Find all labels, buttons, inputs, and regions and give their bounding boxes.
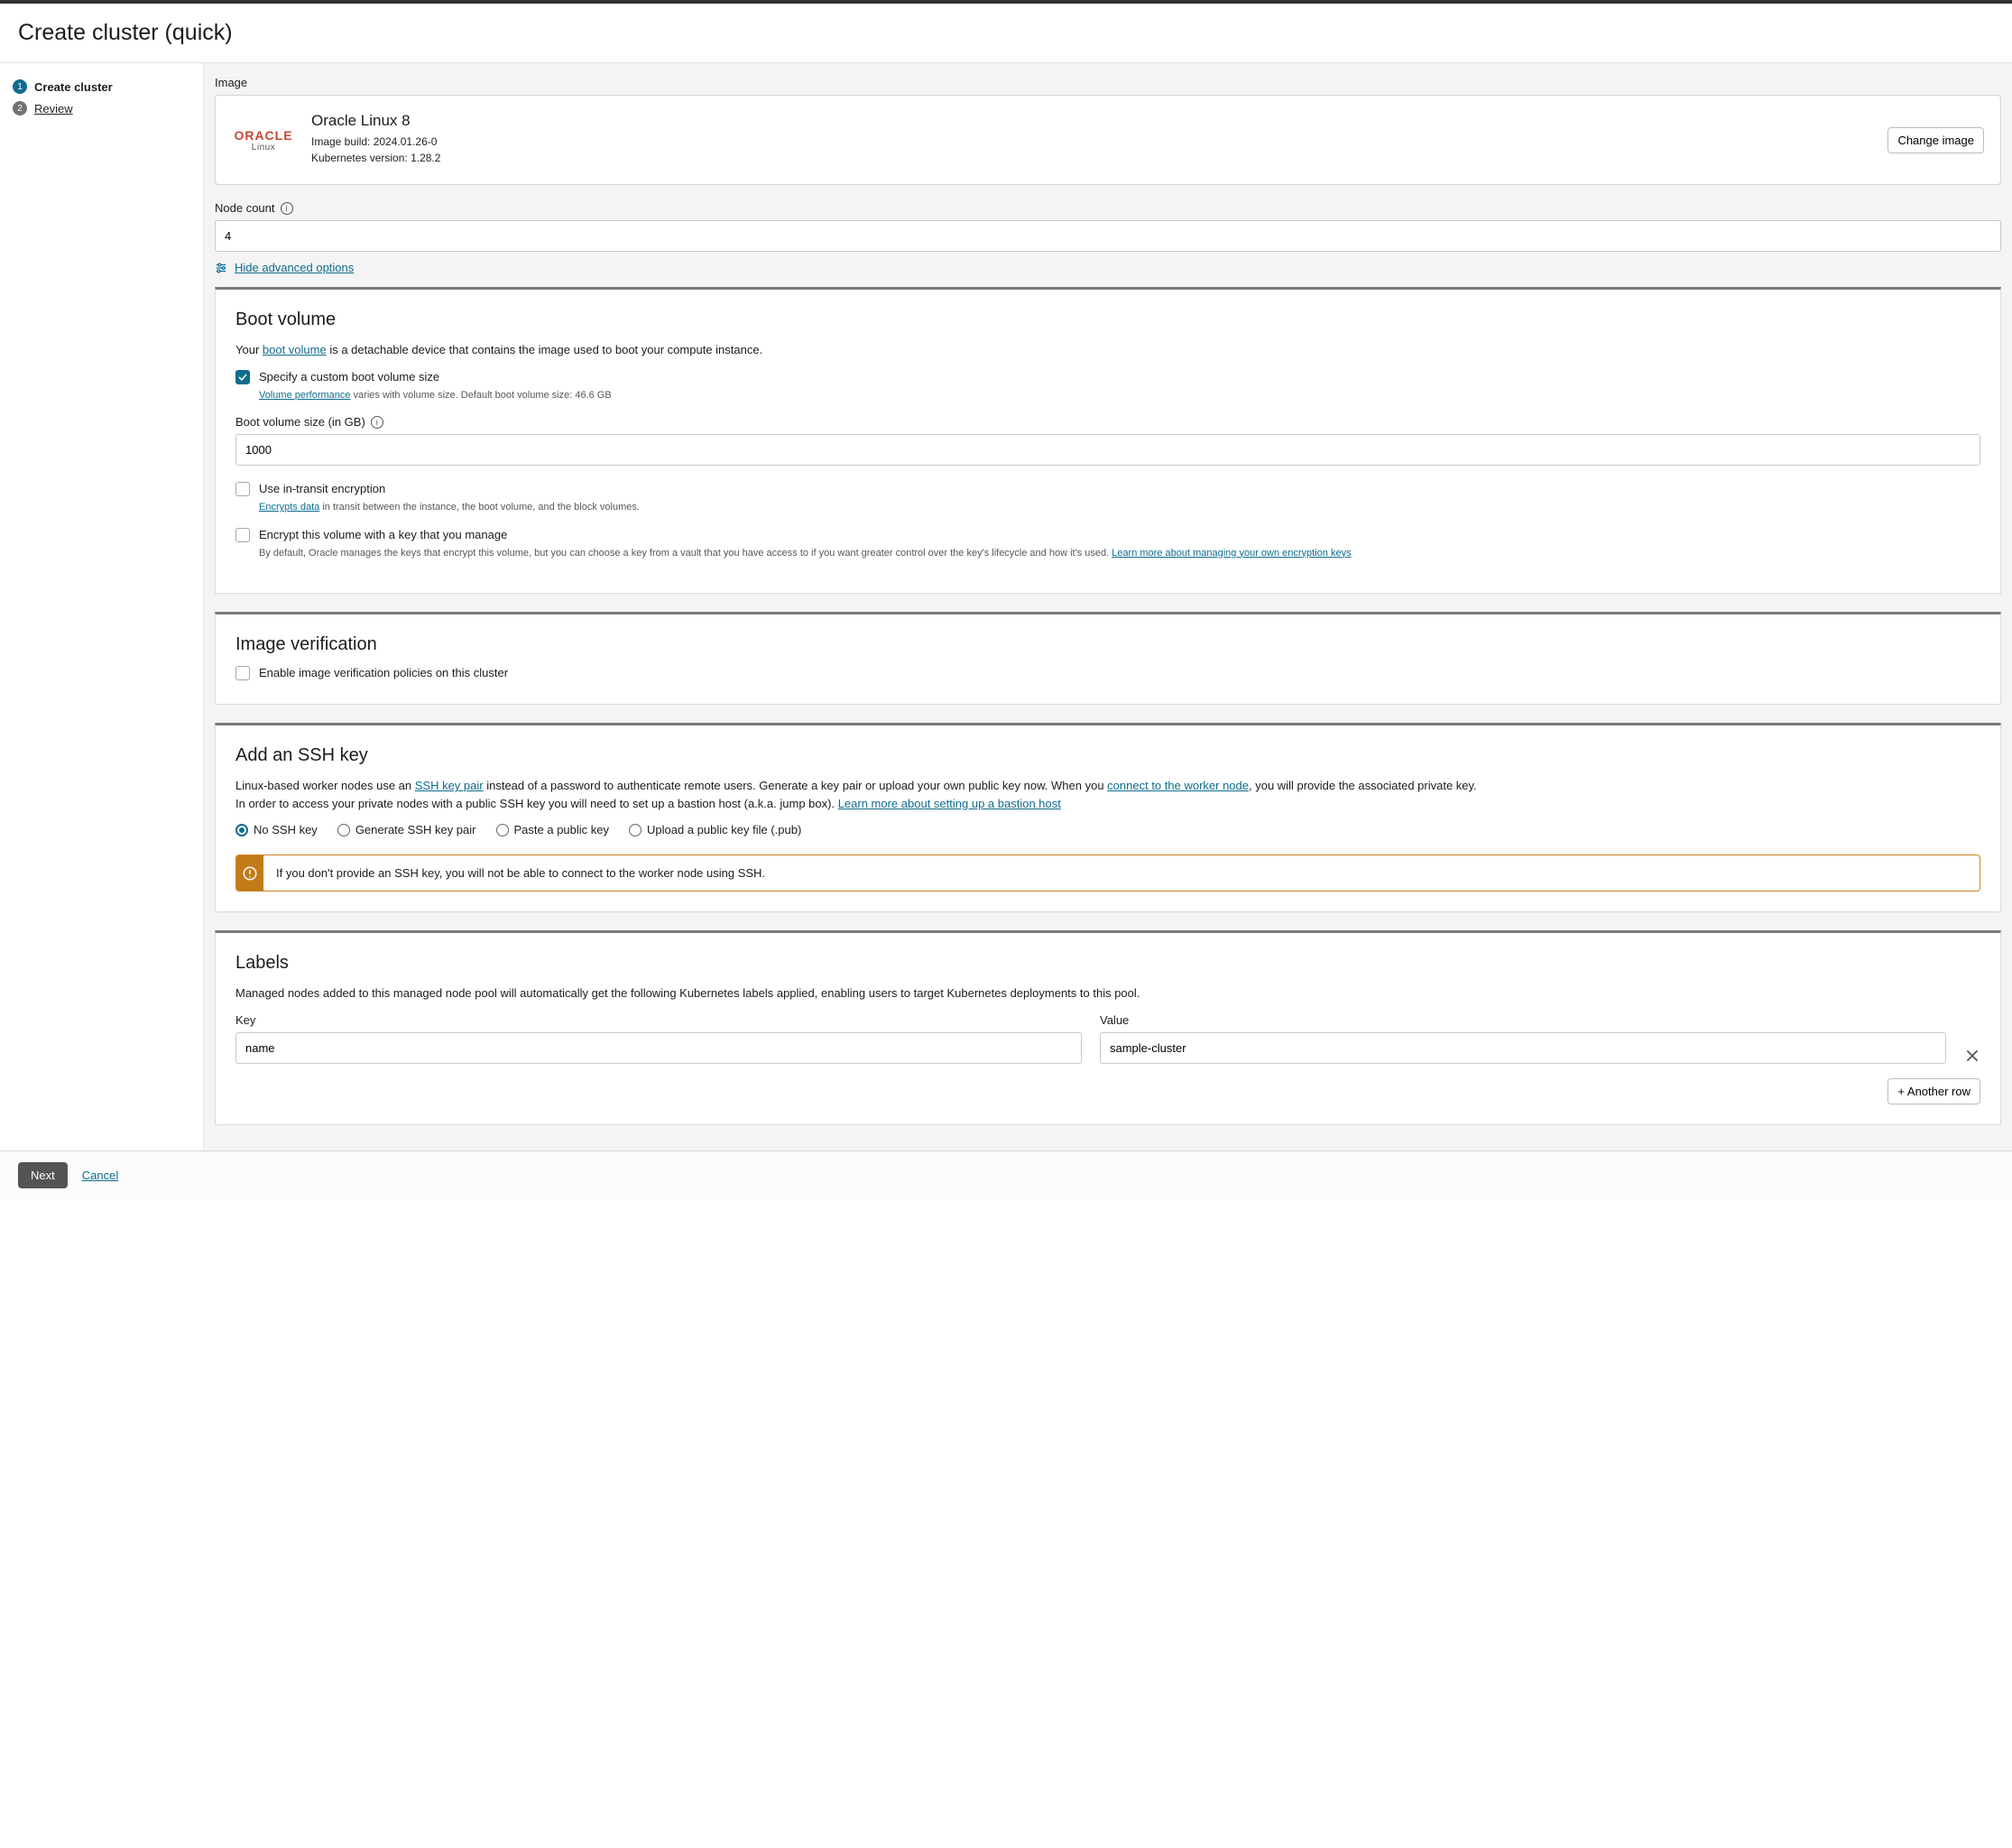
change-image-button[interactable]: Change image xyxy=(1887,127,1984,153)
manage-key-label: Encrypt this volume with a key that you … xyxy=(259,528,507,541)
image-verification-card: Image verification Enable image verifica… xyxy=(215,612,2001,705)
bastion-host-link[interactable]: Learn more about setting up a bastion ho… xyxy=(838,797,1061,810)
node-count-label: Node count i xyxy=(215,201,2001,215)
ssh-desc-1: Linux-based worker nodes use an SSH key … xyxy=(235,777,1980,812)
image-name: Oracle Linux 8 xyxy=(311,112,1871,130)
ssh-options: No SSH key Generate SSH key pair Paste a… xyxy=(235,823,1980,836)
label-key-input[interactable] xyxy=(235,1032,1082,1064)
radio-icon xyxy=(337,824,350,836)
page-title: Create cluster (quick) xyxy=(0,4,2012,62)
ssh-warning-banner: If you don't provide an SSH key, you wil… xyxy=(235,855,1980,892)
labels-heading: Labels xyxy=(235,953,1980,974)
manage-key-checkbox[interactable] xyxy=(235,528,250,542)
boot-volume-size-input[interactable] xyxy=(235,434,1980,466)
ssh-warning-text: If you don't provide an SSH key, you wil… xyxy=(263,855,778,891)
ssh-key-card: Add an SSH key Linux-based worker nodes … xyxy=(215,723,2001,912)
manage-key-learn-more-link[interactable]: Learn more about managing your own encry… xyxy=(1112,548,1351,559)
main-content: Image ORACLE Linux Oracle Linux 8 Image … xyxy=(203,63,2012,1150)
boot-size-label: Boot volume size (in GB) xyxy=(235,415,365,429)
boot-volume-desc: Your boot volume is a detachable device … xyxy=(235,341,1980,359)
cancel-button[interactable]: Cancel xyxy=(82,1169,118,1182)
labels-desc: Managed nodes added to this managed node… xyxy=(235,984,1980,1003)
footer: Next Cancel xyxy=(0,1150,2012,1199)
sliders-icon xyxy=(215,262,227,274)
ssh-key-pair-link[interactable]: SSH key pair xyxy=(415,779,484,792)
encrypts-data-link[interactable]: Encrypts data xyxy=(259,502,319,513)
node-count-input[interactable] xyxy=(215,220,2001,252)
step-create-cluster[interactable]: 1 Create cluster xyxy=(13,79,190,94)
image-card: ORACLE Linux Oracle Linux 8 Image build:… xyxy=(215,95,2001,185)
oracle-linux-logo-icon: ORACLE Linux xyxy=(232,128,295,152)
ssh-option-no-key[interactable]: No SSH key xyxy=(235,823,318,836)
radio-icon xyxy=(629,824,641,836)
custom-boot-size-label: Specify a custom boot volume size xyxy=(259,370,439,383)
step-label: Review xyxy=(34,102,73,116)
image-build: Image build: 2024.01.26-0 xyxy=(311,135,1871,148)
wizard-steps: 1 Create cluster 2 Review xyxy=(0,63,203,1150)
boot-volume-card: Boot volume Your boot volume is a detach… xyxy=(215,287,2001,594)
step-review[interactable]: 2 Review xyxy=(13,101,190,116)
custom-boot-size-checkbox[interactable] xyxy=(235,370,250,384)
in-transit-encryption-checkbox[interactable] xyxy=(235,482,250,496)
info-icon[interactable]: i xyxy=(281,202,293,215)
step-label: Create cluster xyxy=(34,80,113,94)
image-section-label: Image xyxy=(215,76,2001,89)
volume-performance-link[interactable]: Volume performance xyxy=(259,390,351,401)
label-key-heading: Key xyxy=(235,1013,1082,1027)
ssh-option-paste[interactable]: Paste a public key xyxy=(496,823,610,836)
labels-card: Labels Managed nodes added to this manag… xyxy=(215,930,2001,1125)
add-another-row-button[interactable]: + Another row xyxy=(1887,1078,1980,1104)
radio-icon xyxy=(496,824,509,836)
image-verification-heading: Image verification xyxy=(235,634,1980,655)
info-icon[interactable]: i xyxy=(371,416,383,429)
remove-row-icon[interactable] xyxy=(1964,1048,1980,1064)
in-transit-encryption-label: Use in-transit encryption xyxy=(259,482,385,495)
enable-image-verification-label: Enable image verification policies on th… xyxy=(259,666,508,679)
label-value-heading: Value xyxy=(1100,1013,1946,1027)
ssh-key-heading: Add an SSH key xyxy=(235,745,1980,766)
hide-advanced-options-link[interactable]: Hide advanced options xyxy=(235,261,354,274)
boot-volume-heading: Boot volume xyxy=(235,310,1980,330)
step-number-icon: 2 xyxy=(13,101,27,116)
warning-icon xyxy=(236,855,263,891)
label-value-input[interactable] xyxy=(1100,1032,1946,1064)
next-button[interactable]: Next xyxy=(18,1162,68,1188)
image-k8s-version: Kubernetes version: 1.28.2 xyxy=(311,152,1871,164)
boot-volume-link[interactable]: boot volume xyxy=(263,343,327,356)
radio-icon xyxy=(235,824,248,836)
step-number-icon: 1 xyxy=(13,79,27,94)
ssh-option-generate[interactable]: Generate SSH key pair xyxy=(337,823,476,836)
connect-worker-node-link[interactable]: connect to the worker node xyxy=(1107,779,1249,792)
enable-image-verification-checkbox[interactable] xyxy=(235,666,250,680)
ssh-option-upload[interactable]: Upload a public key file (.pub) xyxy=(629,823,801,836)
